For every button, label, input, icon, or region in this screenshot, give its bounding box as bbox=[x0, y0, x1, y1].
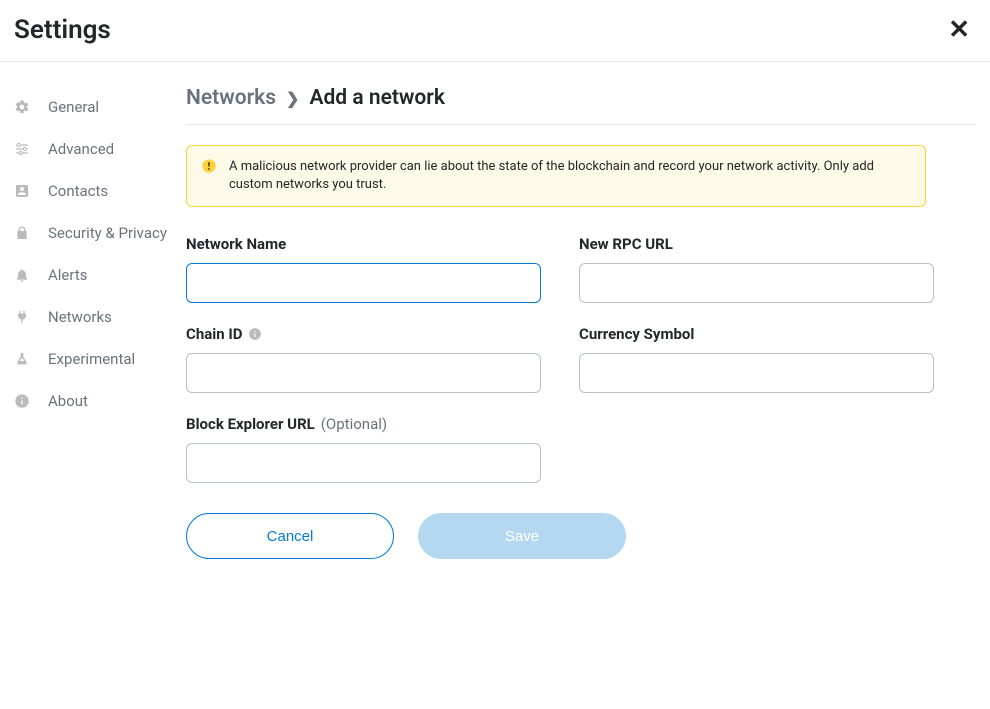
breadcrumb-current: Add a network bbox=[309, 86, 445, 110]
sidebar-item-networks[interactable]: Networks bbox=[12, 296, 186, 338]
warning-info-icon bbox=[201, 158, 217, 174]
sidebar-item-general[interactable]: General bbox=[12, 86, 186, 128]
sidebar-item-label: Contacts bbox=[48, 182, 108, 200]
lock-icon bbox=[14, 225, 30, 241]
label-rpc-url: New RPC URL bbox=[579, 235, 934, 253]
sidebar-item-label: Experimental bbox=[48, 350, 135, 368]
info-circle-icon[interactable] bbox=[248, 327, 262, 341]
network-name-input[interactable] bbox=[186, 263, 541, 303]
sidebar-item-label: Advanced bbox=[48, 140, 114, 158]
field-currency-symbol: Currency Symbol bbox=[579, 325, 934, 393]
close-icon: ✕ bbox=[948, 14, 970, 44]
field-rpc-url: New RPC URL bbox=[579, 235, 934, 303]
sidebar-item-experimental[interactable]: Experimental bbox=[12, 338, 186, 380]
breadcrumb-root[interactable]: Networks bbox=[186, 86, 276, 110]
warning-text: A malicious network provider can lie abo… bbox=[229, 158, 911, 194]
label-currency-symbol: Currency Symbol bbox=[579, 325, 934, 343]
label-chain-id: Chain ID bbox=[186, 325, 541, 343]
label-block-explorer: Block Explorer URL (Optional) bbox=[186, 415, 541, 433]
field-chain-id: Chain ID bbox=[186, 325, 541, 393]
chain-id-input[interactable] bbox=[186, 353, 541, 393]
page-title: Settings bbox=[14, 15, 111, 45]
add-network-form: Network Name New RPC URL Chain ID Curren… bbox=[186, 235, 936, 483]
sliders-icon bbox=[14, 141, 30, 157]
sidebar-item-label: About bbox=[48, 392, 88, 410]
contacts-icon bbox=[14, 183, 30, 199]
cancel-button[interactable]: Cancel bbox=[186, 513, 394, 559]
chevron-right-icon: ❯ bbox=[286, 89, 299, 108]
sidebar-item-label: Security & Privacy bbox=[48, 224, 167, 242]
label-network-name: Network Name bbox=[186, 235, 541, 253]
sidebar-item-advanced[interactable]: Advanced bbox=[12, 128, 186, 170]
rpc-url-input[interactable] bbox=[579, 263, 934, 303]
gear-icon bbox=[14, 99, 30, 115]
sidebar-item-about[interactable]: About bbox=[12, 380, 186, 422]
bell-icon bbox=[14, 267, 30, 283]
flask-icon bbox=[14, 351, 30, 367]
block-explorer-input[interactable] bbox=[186, 443, 541, 483]
sidebar-item-label: Networks bbox=[48, 308, 112, 326]
form-actions: Cancel Save bbox=[186, 513, 976, 559]
sidebar-item-label: General bbox=[48, 98, 99, 116]
settings-header: Settings ✕ bbox=[0, 0, 990, 62]
save-button[interactable]: Save bbox=[418, 513, 626, 559]
sidebar-item-alerts[interactable]: Alerts bbox=[12, 254, 186, 296]
currency-symbol-input[interactable] bbox=[579, 353, 934, 393]
main-content: Networks ❯ Add a network A malicious net… bbox=[186, 62, 990, 559]
plug-icon bbox=[14, 309, 30, 325]
breadcrumb: Networks ❯ Add a network bbox=[186, 86, 976, 125]
field-block-explorer: Block Explorer URL (Optional) bbox=[186, 415, 541, 483]
sidebar-item-label: Alerts bbox=[48, 266, 88, 284]
settings-sidebar: General Advanced Contacts Security & Pri… bbox=[0, 62, 186, 559]
field-network-name: Network Name bbox=[186, 235, 541, 303]
info-icon bbox=[14, 393, 30, 409]
sidebar-item-security[interactable]: Security & Privacy bbox=[12, 212, 186, 254]
close-button[interactable]: ✕ bbox=[942, 14, 976, 45]
sidebar-item-contacts[interactable]: Contacts bbox=[12, 170, 186, 212]
warning-banner: A malicious network provider can lie abo… bbox=[186, 145, 926, 207]
